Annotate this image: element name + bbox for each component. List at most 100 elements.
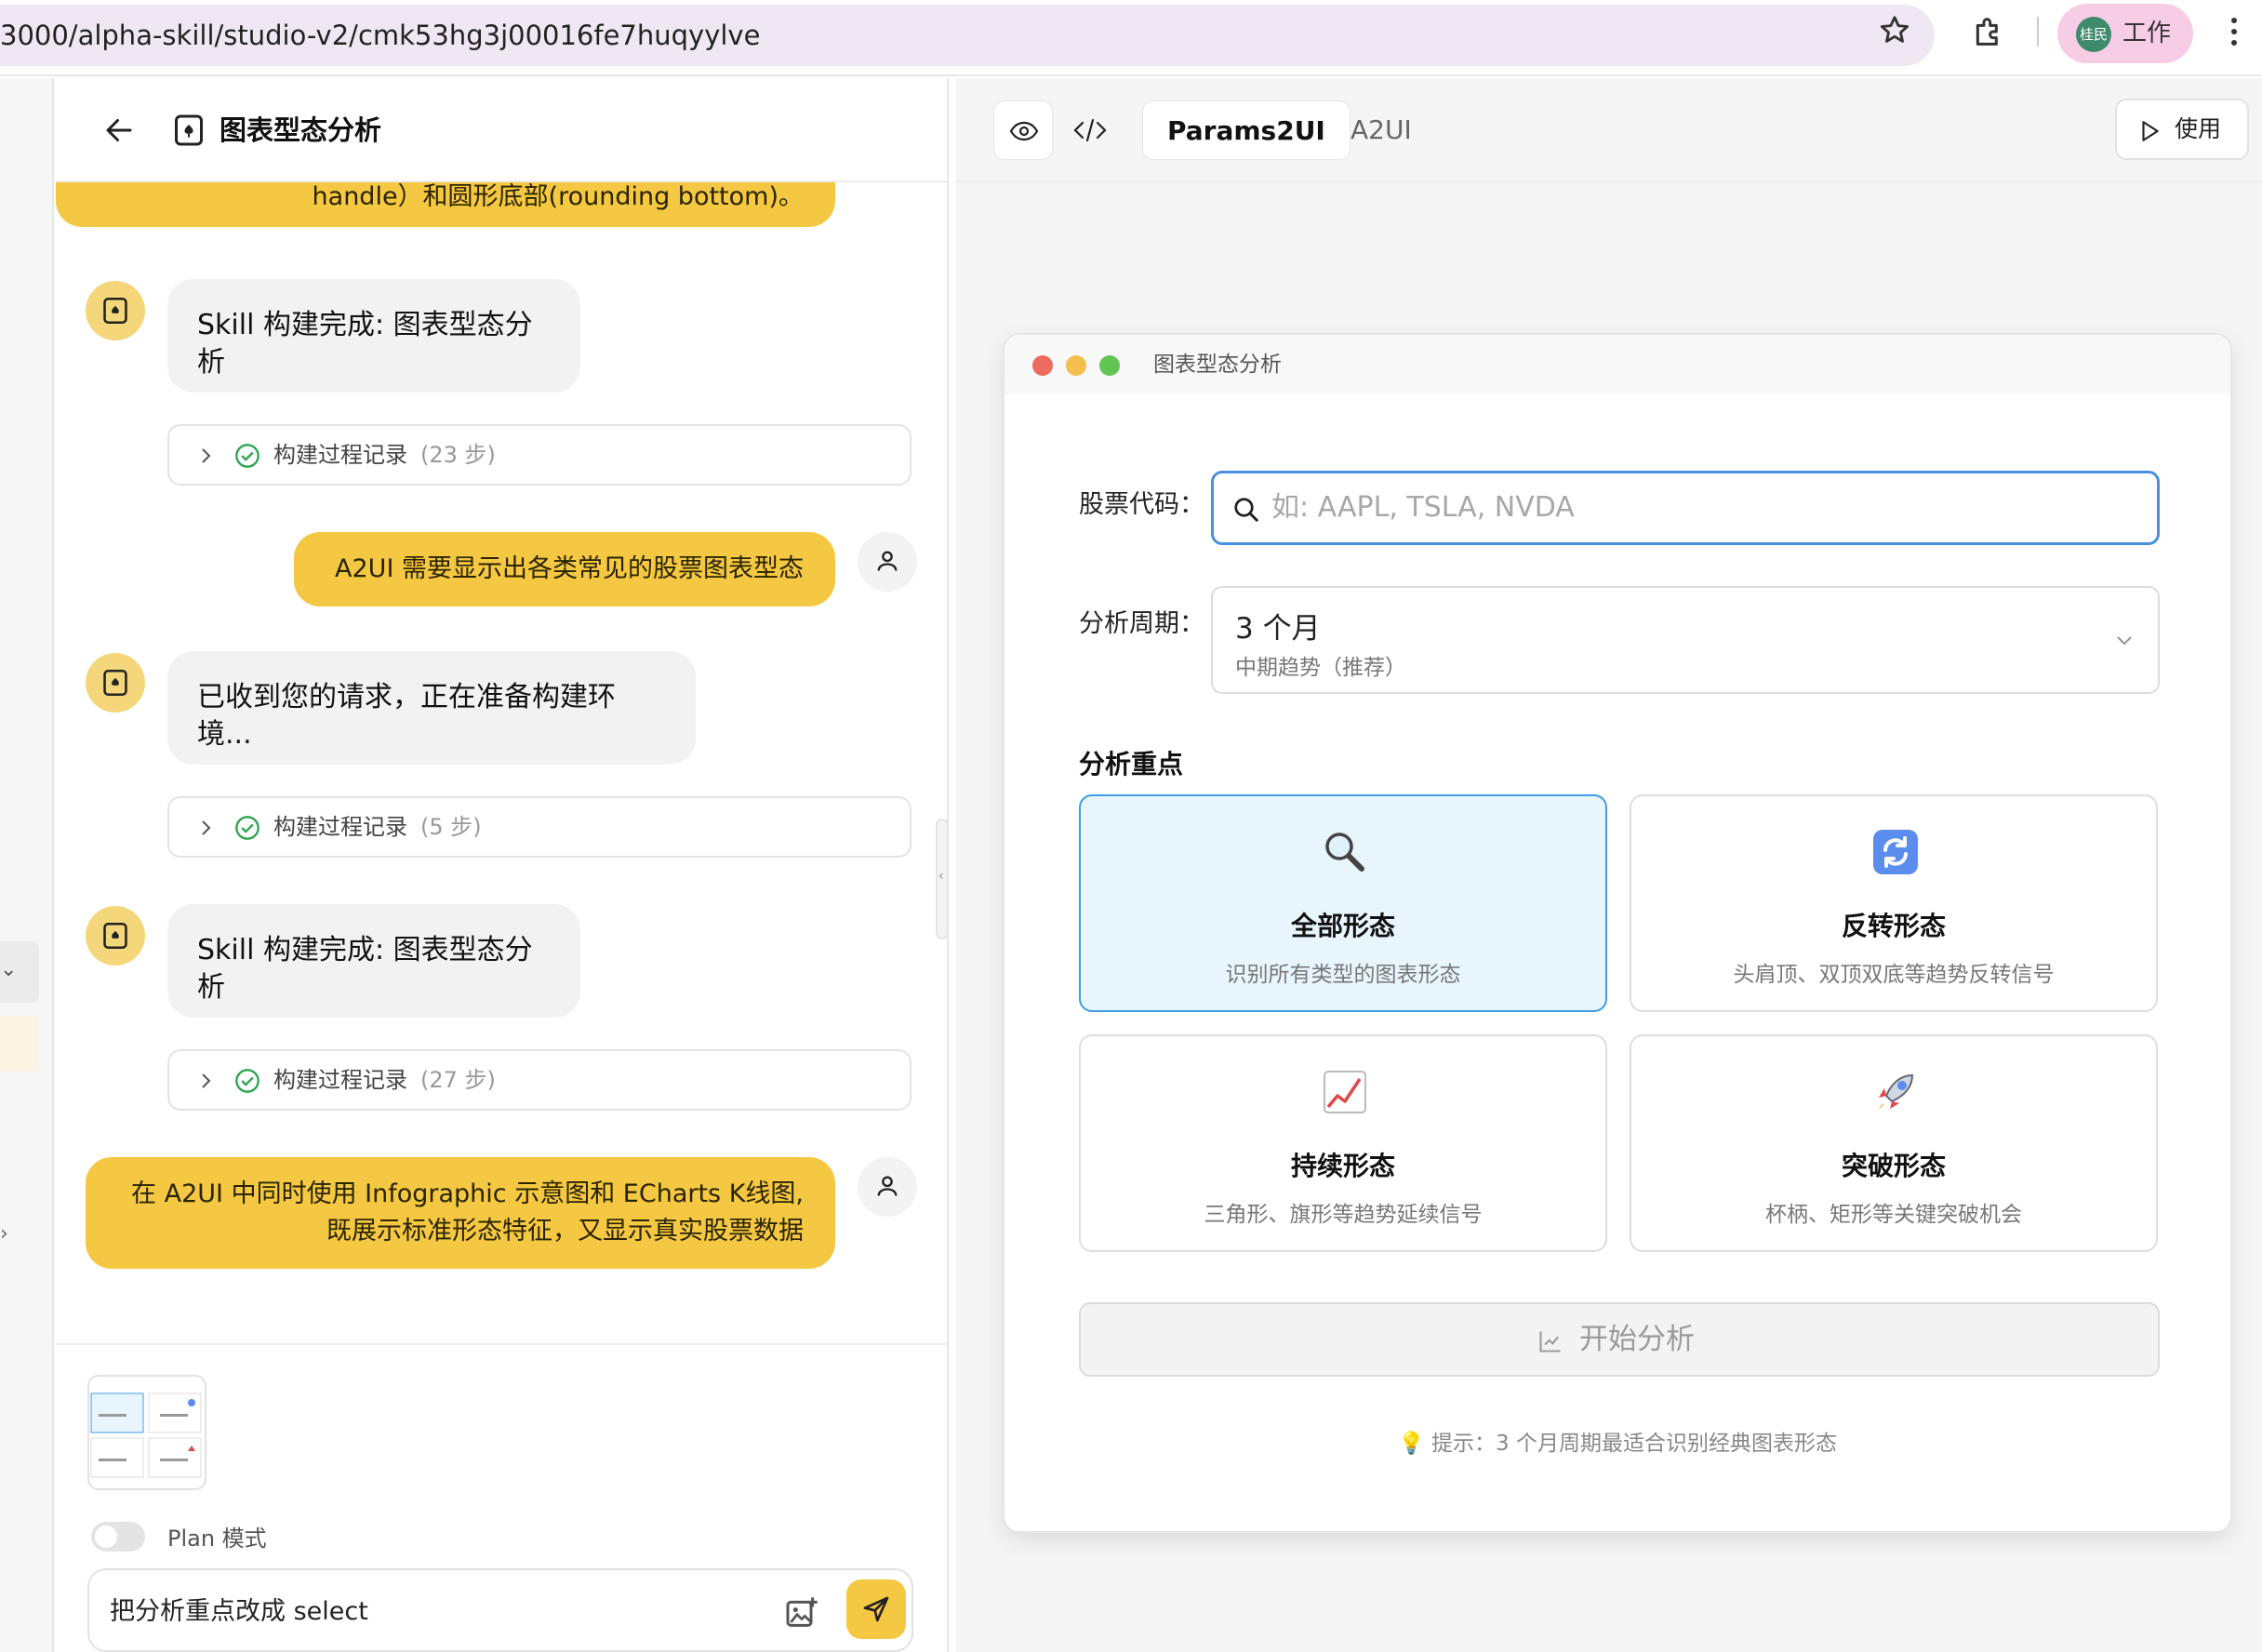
- bot-avatar: [86, 653, 145, 713]
- use-button[interactable]: 使用: [2115, 99, 2249, 160]
- attachment-thumbnail[interactable]: [87, 1375, 206, 1490]
- play-icon: [2142, 121, 2159, 141]
- window-title: 图表型态分析: [1153, 353, 1282, 377]
- chevron-right-icon: [202, 1073, 211, 1088]
- chat-title: 图表型态分析: [220, 114, 382, 146]
- build-log-label: 构建过程记录 (27 步): [273, 1067, 496, 1093]
- focus-section-title: 分析重点: [1079, 749, 1184, 779]
- chat-panel: 图表型态分析 handle）和圆形底部(rounding bottom)。 Sk…: [56, 78, 949, 1652]
- maximize-dot[interactable]: [1099, 355, 1120, 376]
- bookmark-star-icon[interactable]: [1877, 13, 1912, 48]
- code-mode-button[interactable]: [1060, 100, 1120, 160]
- card-description: 三角形、旗形等趋势延续信号: [1204, 1203, 1483, 1227]
- back-arrow-icon[interactable]: [102, 113, 136, 147]
- sidebar-collapse-button[interactable]: ⌄: [0, 941, 39, 1003]
- use-button-label: 使用: [2175, 115, 2222, 142]
- bot-avatar: [86, 906, 145, 966]
- period-value: 3 个月: [1235, 612, 1321, 646]
- profile-label: 工作: [2122, 20, 2172, 47]
- focus-card-continuation[interactable]: 持续形态 三角形、旗形等趋势延续信号: [1079, 1034, 1607, 1252]
- attachment-preview-image: [90, 1392, 202, 1478]
- stock-code-placeholder: 如: AAPL, TSLA, NVDA: [1271, 491, 1575, 524]
- message-input-value[interactable]: 把分析重点改成 select: [110, 1591, 368, 1627]
- build-log-toggle[interactable]: 构建过程记录 (5 步): [167, 796, 911, 858]
- focus-card-all[interactable]: 全部形态 识别所有类型的图表形态: [1079, 794, 1607, 1012]
- close-dot[interactable]: [1032, 355, 1053, 376]
- panel-resize-handle[interactable]: ‹: [936, 819, 949, 939]
- check-circle-icon: [235, 1069, 259, 1093]
- code-icon: [1073, 118, 1107, 142]
- hint-text: 💡 提示：3 个月周期最适合识别经典图表形态: [1398, 1432, 1837, 1456]
- cycle-arrows-icon: [1873, 830, 1918, 874]
- user-message-bubble: 在 A2UI 中同时使用 Infographic 示意图和 ECharts K线…: [86, 1157, 835, 1269]
- window-titlebar: 图表型态分析: [1005, 335, 2230, 394]
- skill-card-icon: [103, 298, 127, 324]
- address-bar[interactable]: 3000/alpha-skill/studio-v2/cmk53hg3j0001…: [0, 5, 1935, 66]
- message-text: 已收到您的请求，正在准备构建环境...: [197, 681, 616, 751]
- card-description: 识别所有类型的图表形态: [1225, 963, 1461, 987]
- build-log-label: 构建过程记录 (5 步): [273, 814, 482, 840]
- tab-params2ui[interactable]: Params2UI: [1142, 100, 1351, 160]
- chevron-right-icon[interactable]: ›: [0, 1222, 8, 1246]
- message-text: A2UI 需要显示出各类常见的股票图表型态: [335, 554, 804, 583]
- message-text-line: 既展示标准形态特征，又显示真实股票数据: [326, 1217, 804, 1246]
- card-title: 持续形态: [1290, 1151, 1395, 1181]
- build-log-toggle[interactable]: 构建过程记录 (27 步): [167, 1049, 911, 1111]
- sidebar-edge: ⌄ ›: [0, 78, 54, 1652]
- card-description: 杯柄、矩形等关键突破机会: [1765, 1203, 2022, 1227]
- send-icon: [863, 1596, 889, 1622]
- send-button[interactable]: [846, 1579, 906, 1639]
- more-menu-icon[interactable]: [2225, 13, 2243, 50]
- message-input[interactable]: 把分析重点改成 select: [87, 1568, 913, 1652]
- sidebar-active-item[interactable]: [0, 1016, 39, 1072]
- message-text: handle）和圆形底部(rounding bottom)。: [312, 182, 804, 211]
- chevron-down-icon: [2117, 636, 2132, 646]
- stock-code-input[interactable]: 如: AAPL, TSLA, NVDA: [1211, 471, 2160, 545]
- skill-card-icon: [103, 923, 127, 949]
- period-label: 分析周期：: [1079, 609, 1204, 638]
- preview-toolbar: Params2UI A2UI 使用: [956, 78, 2262, 182]
- tab-a2ui[interactable]: A2UI: [1326, 100, 1436, 160]
- search-icon: [1234, 498, 1258, 522]
- url-text[interactable]: 3000/alpha-skill/studio-v2/cmk53hg3j0001…: [0, 5, 760, 66]
- bot-message-bubble: 已收到您的请求，正在准备构建环境...: [167, 651, 696, 765]
- message-text: Skill 构建完成: 图表型态分析: [197, 309, 533, 379]
- message-text: Skill 构建完成: 图表型态分析: [197, 934, 533, 1004]
- add-image-icon[interactable]: [783, 1594, 820, 1632]
- preview-panel: Params2UI A2UI 使用 图表型态分析 股票代码： 如: AAPL, …: [956, 78, 2262, 1652]
- focus-card-reversal[interactable]: 反转形态 头肩顶、双顶双底等趋势反转信号: [1630, 794, 2158, 1012]
- period-subtitle: 中期趋势（推荐）: [1235, 656, 1406, 680]
- chevron-left-icon: ‹: [938, 869, 944, 884]
- user-icon: [877, 1176, 898, 1196]
- period-select[interactable]: 3 个月 中期趋势（推荐）: [1211, 586, 2160, 694]
- card-title: 反转形态: [1841, 911, 1946, 941]
- focus-card-breakout[interactable]: 突破形态 杯柄、矩形等关键突破机会: [1630, 1034, 2158, 1252]
- profile-avatar: 桂民: [2076, 17, 2111, 52]
- start-analysis-button[interactable]: 开始分析: [1079, 1302, 2160, 1377]
- bot-message-bubble: Skill 构建完成: 图表型态分析: [167, 279, 580, 393]
- magnifier-icon: [1325, 833, 1364, 872]
- preview-window: 图表型态分析 股票代码： 如: AAPL, TSLA, NVDA 分析周期： 3…: [1003, 333, 2232, 1533]
- stock-code-label: 股票代码：: [1079, 490, 1204, 519]
- card-title: 突破形态: [1841, 1151, 1946, 1181]
- toolbar-divider: [2037, 17, 2039, 47]
- bot-avatar: [86, 281, 145, 340]
- card-description: 头肩顶、双顶双底等趋势反转信号: [1733, 963, 2055, 987]
- build-log-label: 构建过程记录 (23 步): [273, 442, 496, 468]
- skill-card-icon: [175, 114, 203, 146]
- chevron-right-icon: [202, 820, 211, 835]
- build-log-toggle[interactable]: 构建过程记录 (23 步): [167, 424, 911, 486]
- extensions-icon[interactable]: [1970, 13, 2007, 50]
- eye-icon: [1009, 121, 1039, 141]
- card-title: 全部形态: [1290, 911, 1395, 941]
- start-analysis-label: 开始分析: [1579, 1323, 1695, 1356]
- plan-mode-toggle[interactable]: [91, 1522, 145, 1552]
- bot-message-bubble: Skill 构建完成: 图表型态分析: [167, 904, 580, 1018]
- check-circle-icon: [235, 444, 259, 468]
- preview-mode-button[interactable]: [993, 100, 1053, 160]
- user-avatar: [858, 532, 917, 592]
- minimize-dot[interactable]: [1066, 355, 1086, 376]
- plan-mode-label: Plan 模式: [167, 1525, 267, 1552]
- toggle-knob: [95, 1525, 117, 1548]
- profile-button[interactable]: 桂民 工作: [2057, 4, 2193, 63]
